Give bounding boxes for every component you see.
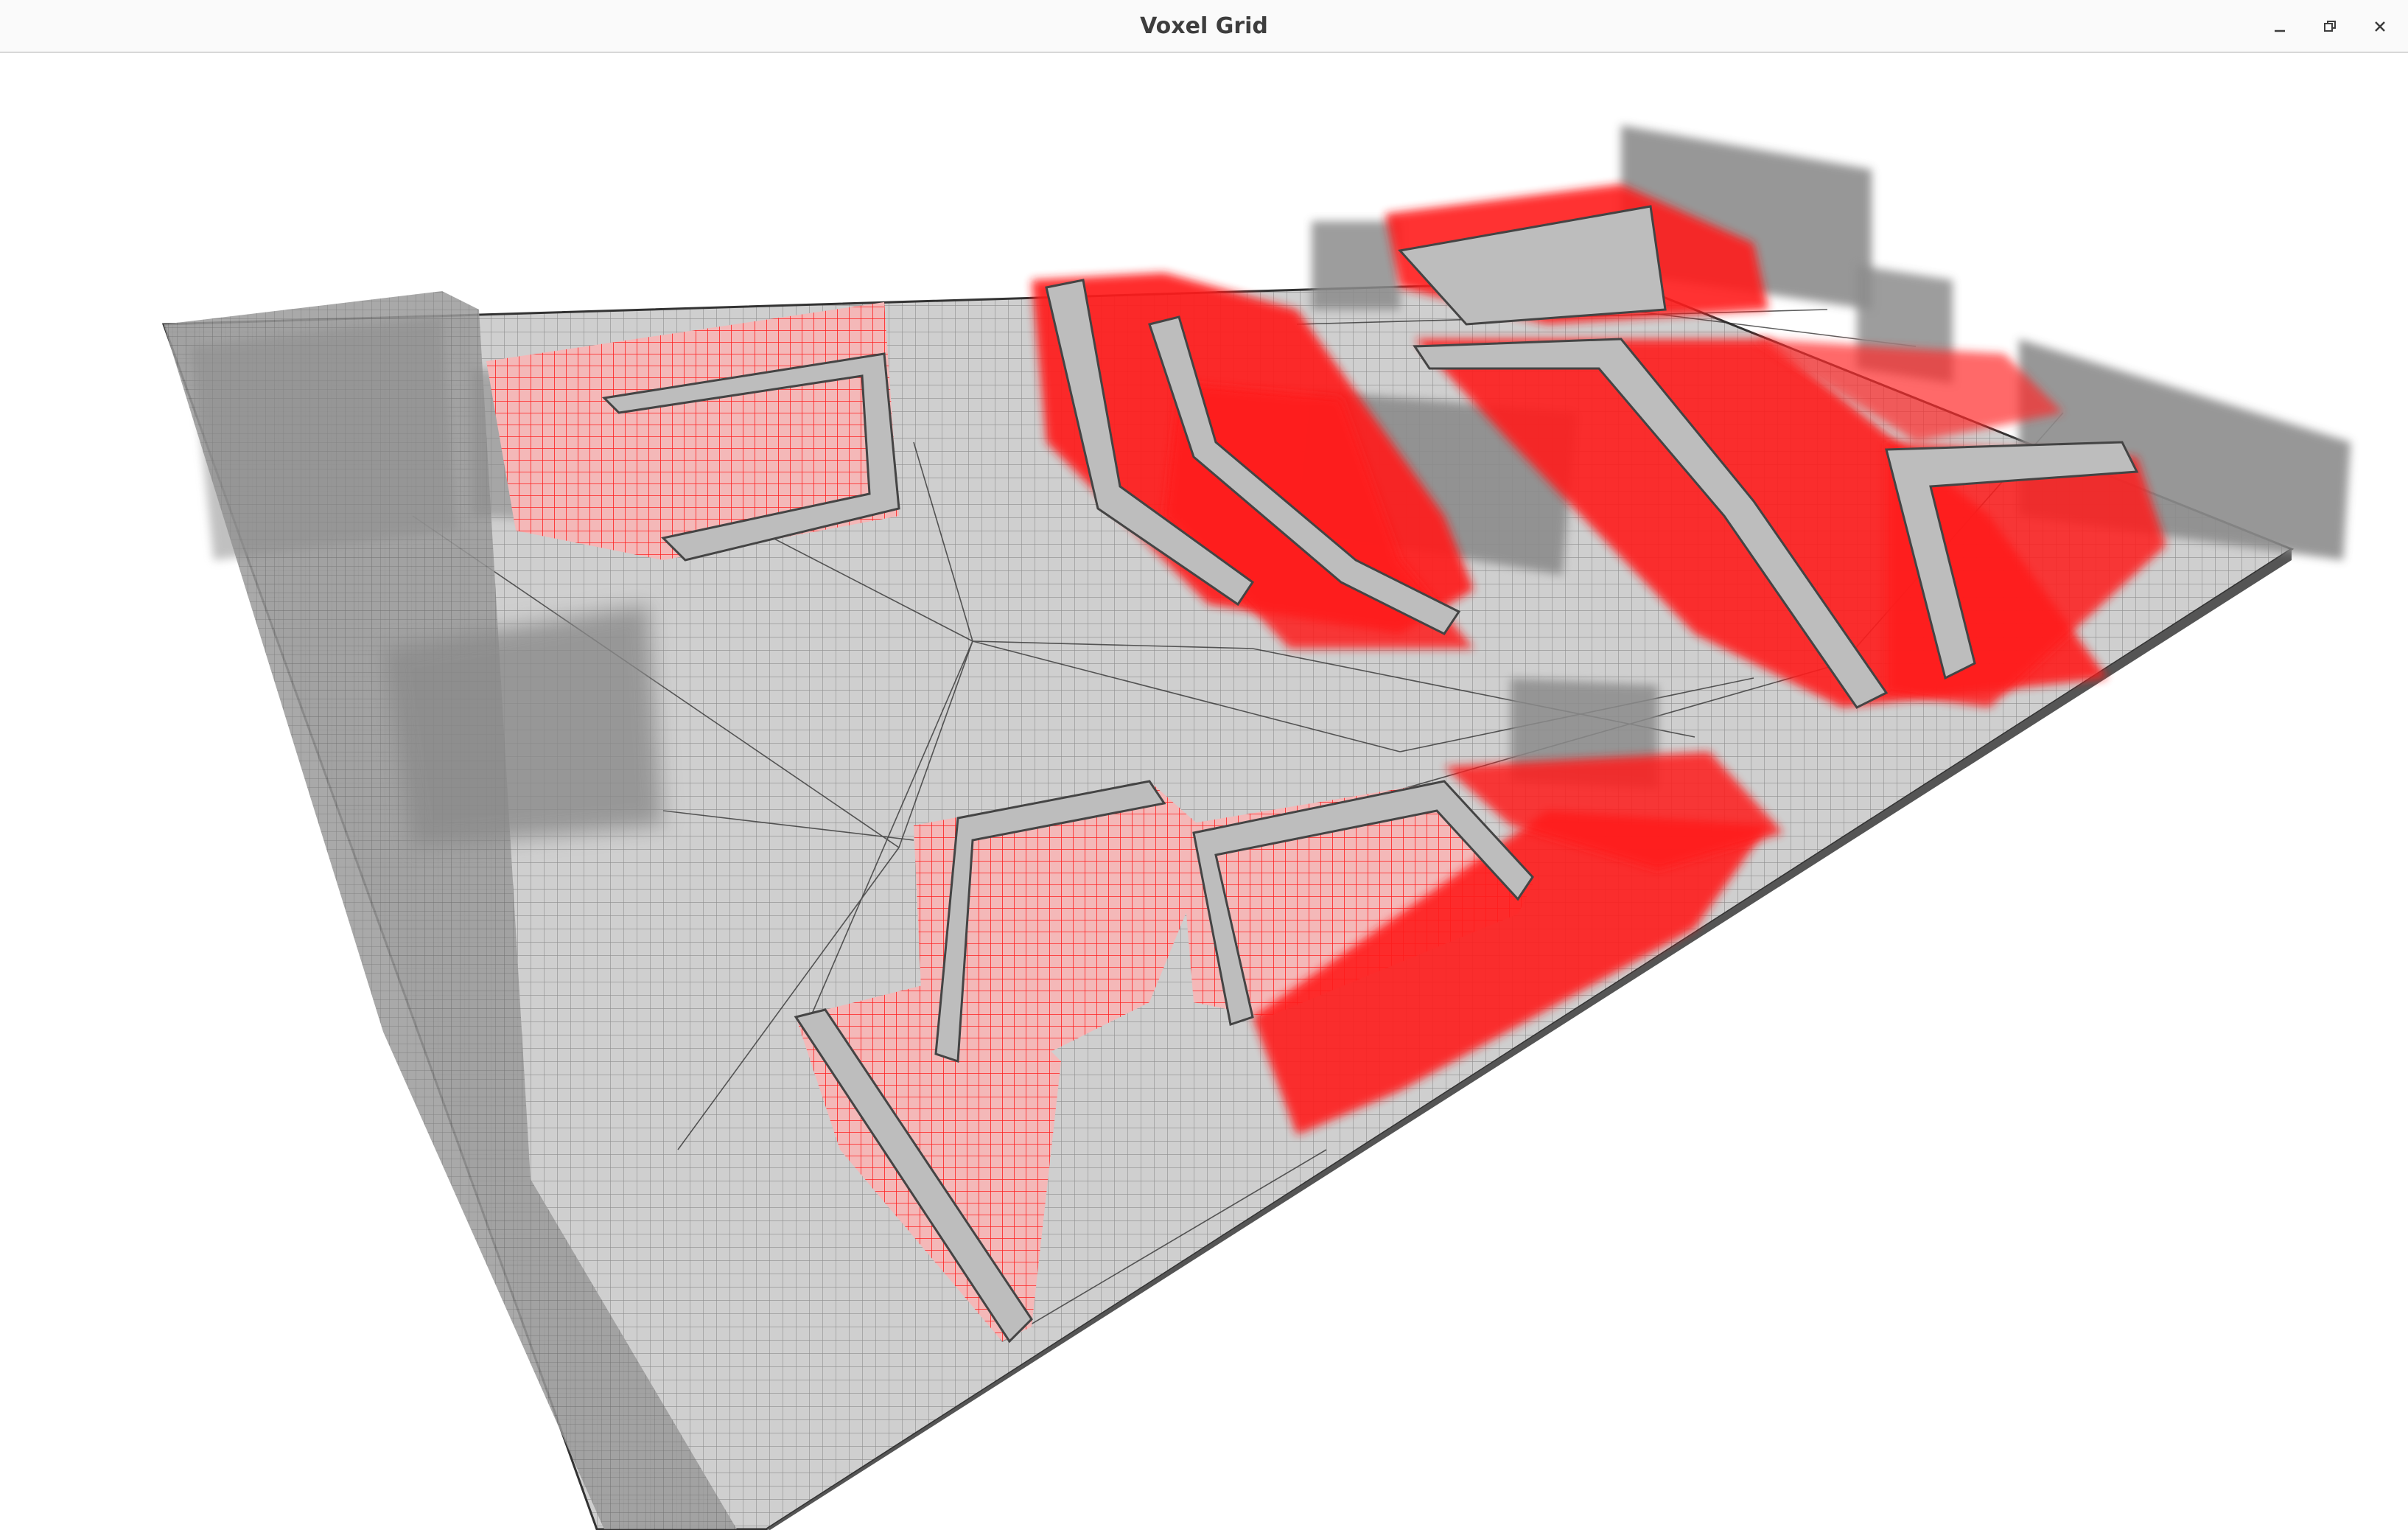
window-titlebar[interactable]: Voxel Grid — [0, 0, 2408, 53]
voxel-grid-scene — [161, 125, 2351, 1530]
minimize-button[interactable] — [2264, 10, 2296, 43]
3d-viewport[interactable] — [0, 55, 2408, 1530]
restore-icon — [2324, 21, 2336, 32]
restore-button[interactable] — [2314, 10, 2346, 43]
minimize-icon — [2275, 29, 2285, 32]
close-button[interactable] — [2364, 10, 2396, 43]
window-title: Voxel Grid — [1140, 13, 1268, 39]
close-icon — [2375, 21, 2385, 32]
